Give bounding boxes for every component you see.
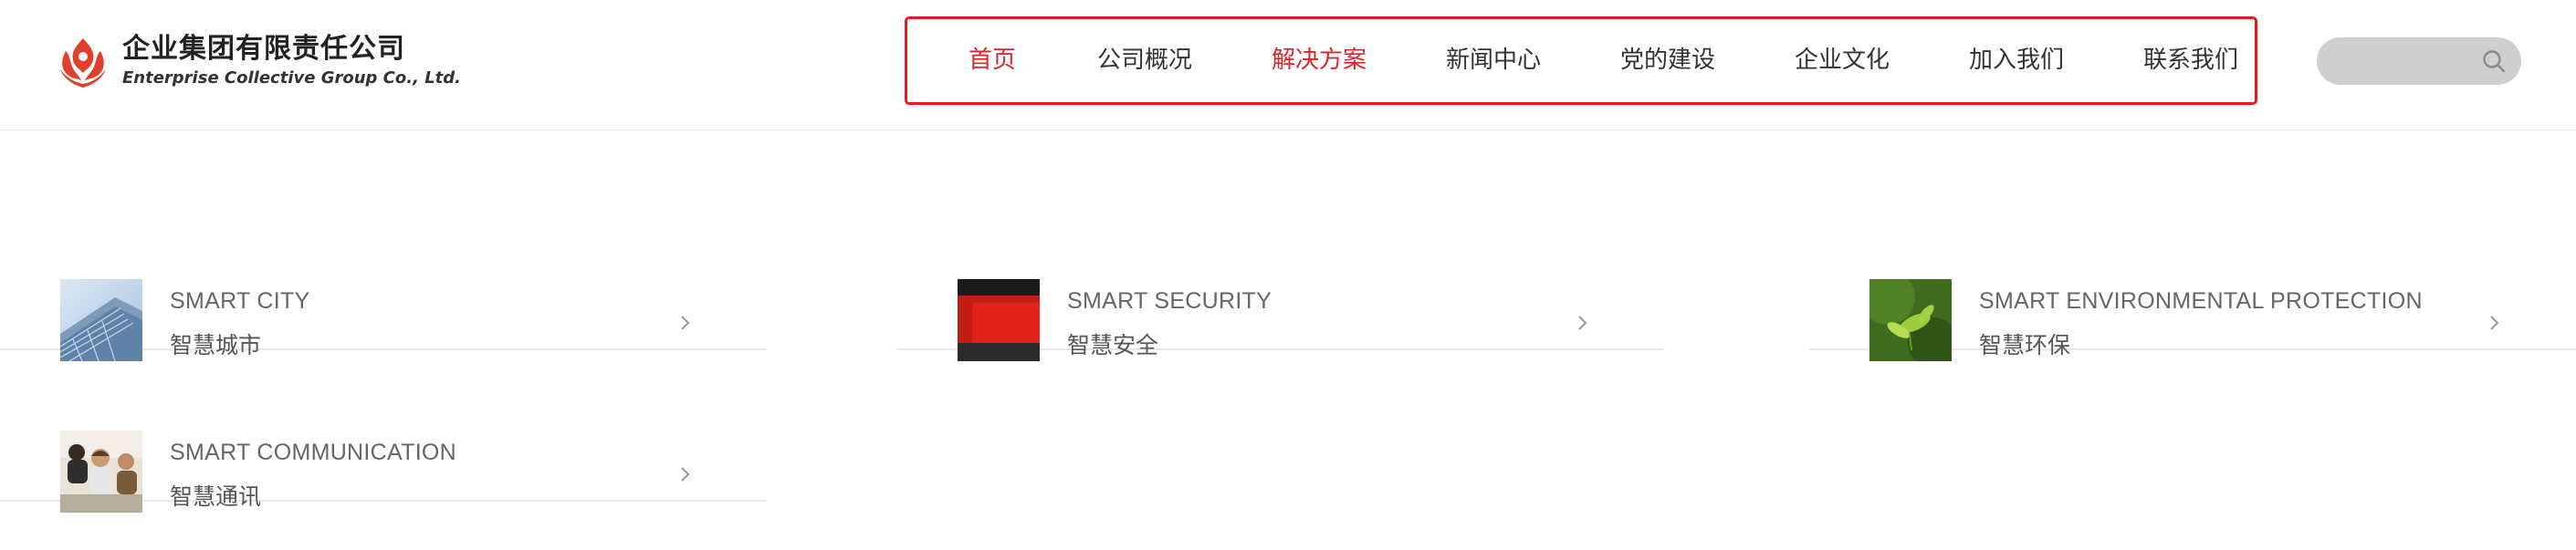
solution-title-cn: 智慧安全 [1067, 332, 1159, 358]
nav-item-company-overview[interactable]: 公司概况 [1097, 19, 1192, 102]
nav-item-party-building[interactable]: 党的建设 [1620, 19, 1715, 102]
solution-title-en: SMART CITY [170, 288, 310, 314]
chevron-right-icon [681, 316, 690, 330]
solution-card-smart-security[interactable]: SMART SECURITY 智慧安全 [897, 199, 1664, 361]
chevron-right-icon [2490, 316, 2499, 330]
solution-title-en: SMART SECURITY [1067, 288, 1272, 314]
main-navigation: 首页 公司概况 解决方案 新闻中心 党的建设 企业文化 加入我们 联系我们 [905, 16, 2257, 105]
solution-title-cn: 智慧通讯 [170, 483, 262, 510]
nav-item-corporate-culture[interactable]: 企业文化 [1795, 19, 1890, 102]
nav-item-join-us[interactable]: 加入我们 [1969, 19, 2064, 102]
nav-item-home[interactable]: 首页 [969, 19, 1016, 102]
nav-item-news-center[interactable]: 新闻中心 [1446, 19, 1541, 102]
solution-card-smart-environmental-protection[interactable]: SMART ENVIRONMENTAL PROTECTION 智慧环保 [1809, 199, 2576, 361]
solution-card-smart-city[interactable]: SMART CITY 智慧城市 [0, 199, 767, 361]
solution-title-en: SMART COMMUNICATION [170, 440, 457, 465]
company-logo[interactable]: 企业集团有限责任公司 Enterprise Collective Group C… [57, 33, 461, 91]
smart-environment-thumbnail [1869, 279, 1952, 361]
search-box [2317, 37, 2521, 85]
search-icon[interactable] [2481, 48, 2507, 74]
solution-card-smart-communication[interactable]: SMART COMMUNICATION 智慧通讯 [0, 350, 767, 513]
company-name-cn: 企业集团有限责任公司 [122, 33, 405, 65]
chevron-right-icon [1578, 316, 1587, 330]
nav-item-contact-us[interactable]: 联系我们 [2143, 19, 2238, 102]
solution-title-cn: 智慧环保 [1979, 332, 2071, 358]
smart-security-thumbnail [958, 279, 1040, 361]
company-name-en: Enterprise Collective Group Co., Ltd. [122, 68, 461, 88]
nav-item-solutions[interactable]: 解决方案 [1272, 19, 1367, 102]
logo-flame-icon [60, 38, 106, 88]
smart-communication-thumbnail [60, 431, 142, 513]
smart-city-thumbnail [60, 279, 142, 361]
site-header: 企业集团有限责任公司 Enterprise Collective Group C… [0, 0, 2576, 130]
chevron-right-icon [681, 467, 690, 482]
search-input[interactable] [2333, 47, 2474, 78]
solution-title-en: SMART ENVIRONMENTAL PROTECTION [1979, 288, 2423, 314]
